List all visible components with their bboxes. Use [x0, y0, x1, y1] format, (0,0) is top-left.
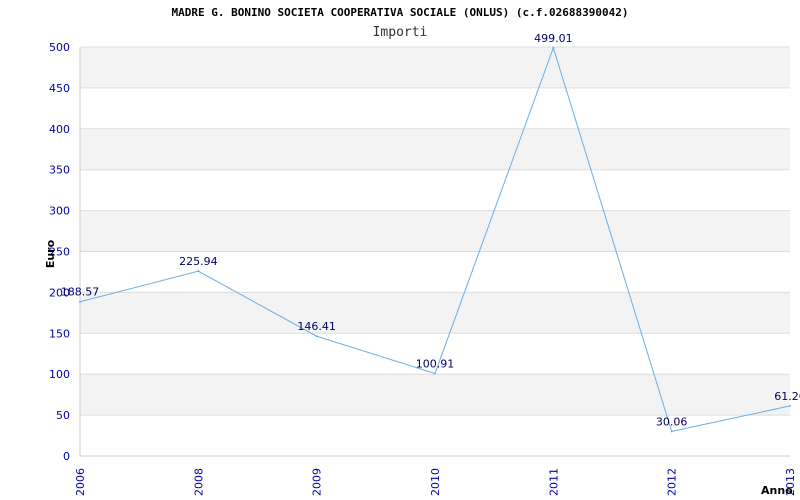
y-axis-title: Euro — [44, 239, 57, 268]
data-label: 225.94 — [179, 255, 218, 268]
data-label: 499.01 — [534, 32, 573, 45]
y-tick-label: 0 — [63, 450, 70, 463]
data-point — [552, 46, 555, 49]
line-chart: 0501001502002503003504004505002006 2008 20… — [44, 32, 800, 497]
y-tick-label: 150 — [49, 327, 70, 340]
x-tick-label: 2012 — [666, 468, 679, 496]
x-tick-label: 2011 — [547, 468, 560, 496]
y-tick-label: 350 — [49, 164, 70, 177]
x-tick-label: 2008 — [192, 468, 205, 496]
y-tick-label: 450 — [49, 82, 70, 95]
y-tick-label: 100 — [49, 368, 70, 381]
x-axis-title: Anno — [761, 484, 793, 497]
y-tick-label: 300 — [49, 205, 70, 218]
grid-band — [80, 87, 790, 129]
grid-band — [80, 210, 790, 252]
x-tick-label: 2009 — [311, 468, 324, 496]
grid-band — [80, 169, 790, 211]
grid-band — [80, 47, 790, 88]
y-tick-label: 500 — [49, 41, 70, 54]
data-point — [670, 430, 673, 433]
data-label: 100.91 — [416, 357, 455, 370]
grid-band — [80, 292, 790, 334]
data-label: 146.41 — [297, 320, 336, 333]
x-tick-label: 2006 — [74, 468, 87, 496]
data-label: 30.06 — [656, 415, 688, 428]
chart-container: MADRE G. BONINO SOCIETA COOPERATIVA SOCI… — [0, 0, 800, 500]
grid-band — [80, 128, 790, 170]
data-point — [79, 300, 81, 303]
data-label: 188.57 — [61, 286, 100, 299]
y-tick-label: 400 — [49, 123, 70, 136]
data-point — [789, 404, 791, 407]
data-point — [197, 270, 200, 273]
grid-band — [80, 374, 790, 416]
data-point — [434, 372, 436, 375]
data-label: 61.26 — [774, 390, 800, 403]
data-point — [315, 335, 318, 338]
y-tick-label: 50 — [56, 409, 70, 422]
x-tick-label: 2010 — [429, 468, 442, 496]
